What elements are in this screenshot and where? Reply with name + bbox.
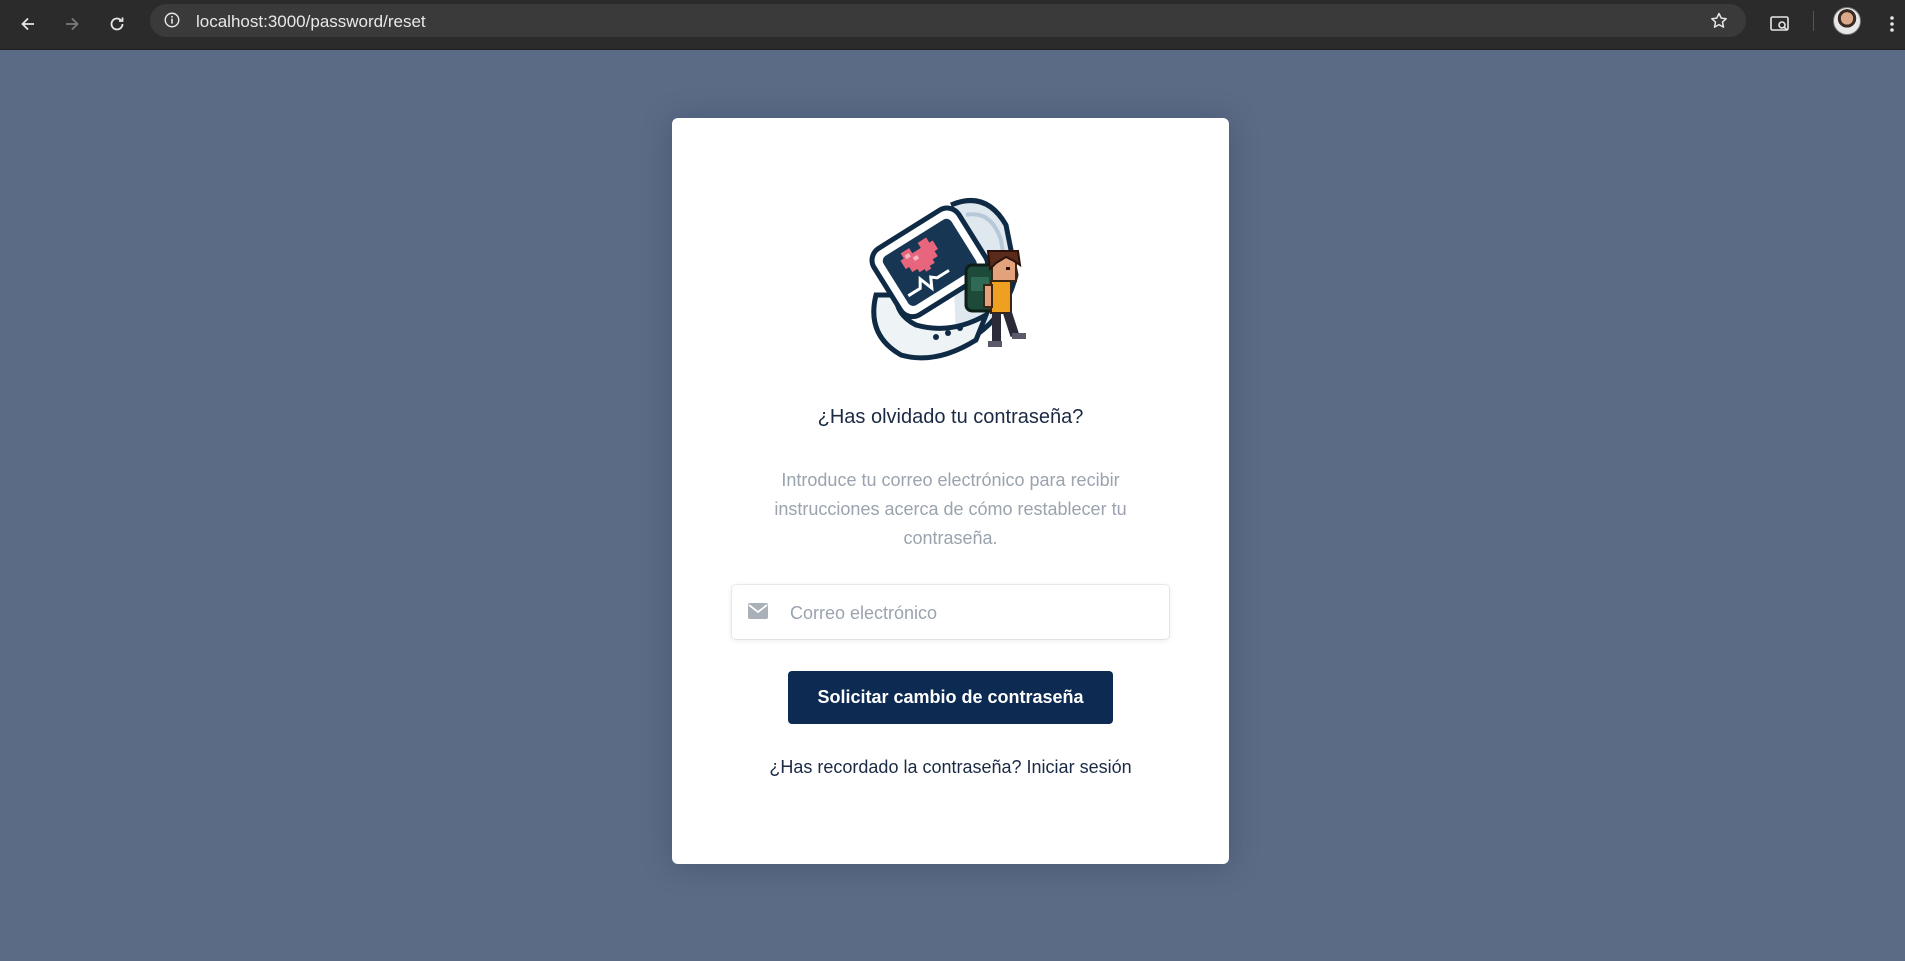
back-arrow-icon xyxy=(21,17,34,31)
envelope-icon xyxy=(748,603,768,619)
password-reset-card: ¿Has olvidado tu contraseña? Introduce t… xyxy=(672,118,1229,864)
forward-button[interactable] xyxy=(56,8,88,40)
bookmark-star-icon[interactable] xyxy=(1708,10,1730,32)
instructions-text: Introduce tu correo electrónico para rec… xyxy=(774,470,1127,548)
search-tab-button[interactable] xyxy=(1762,6,1798,42)
reload-icon xyxy=(110,17,124,31)
smartwatch-heart-hiker-illustration xyxy=(869,198,1026,361)
address-bar[interactable]: localhost:3000/password/reset xyxy=(150,4,1746,37)
login-link[interactable]: Iniciar sesión xyxy=(1027,757,1132,777)
remember-password-line: ¿Has recordado la contraseña? Iniciar se… xyxy=(672,757,1229,778)
remember-text: ¿Has recordado la contraseña? xyxy=(769,757,1022,777)
request-password-reset-button[interactable]: Solicitar cambio de contraseña xyxy=(788,671,1113,724)
kebab-menu-icon xyxy=(1890,16,1894,32)
browser-toolbar: localhost:3000/password/reset xyxy=(0,0,1905,50)
forward-arrow-icon xyxy=(66,17,79,31)
email-field[interactable] xyxy=(732,585,1169,641)
toolbar-divider xyxy=(1813,11,1814,31)
page-title: ¿Has olvidado tu contraseña? xyxy=(817,406,1084,428)
search-tab-icon xyxy=(1770,16,1789,31)
kebab-menu-button[interactable] xyxy=(1884,6,1900,42)
reload-button[interactable] xyxy=(101,8,133,40)
site-info-icon[interactable] xyxy=(162,10,182,30)
profile-avatar[interactable] xyxy=(1833,7,1861,35)
url-text[interactable]: localhost:3000/password/reset xyxy=(196,12,426,32)
email-input[interactable] xyxy=(788,585,1162,641)
back-button[interactable] xyxy=(12,8,44,40)
